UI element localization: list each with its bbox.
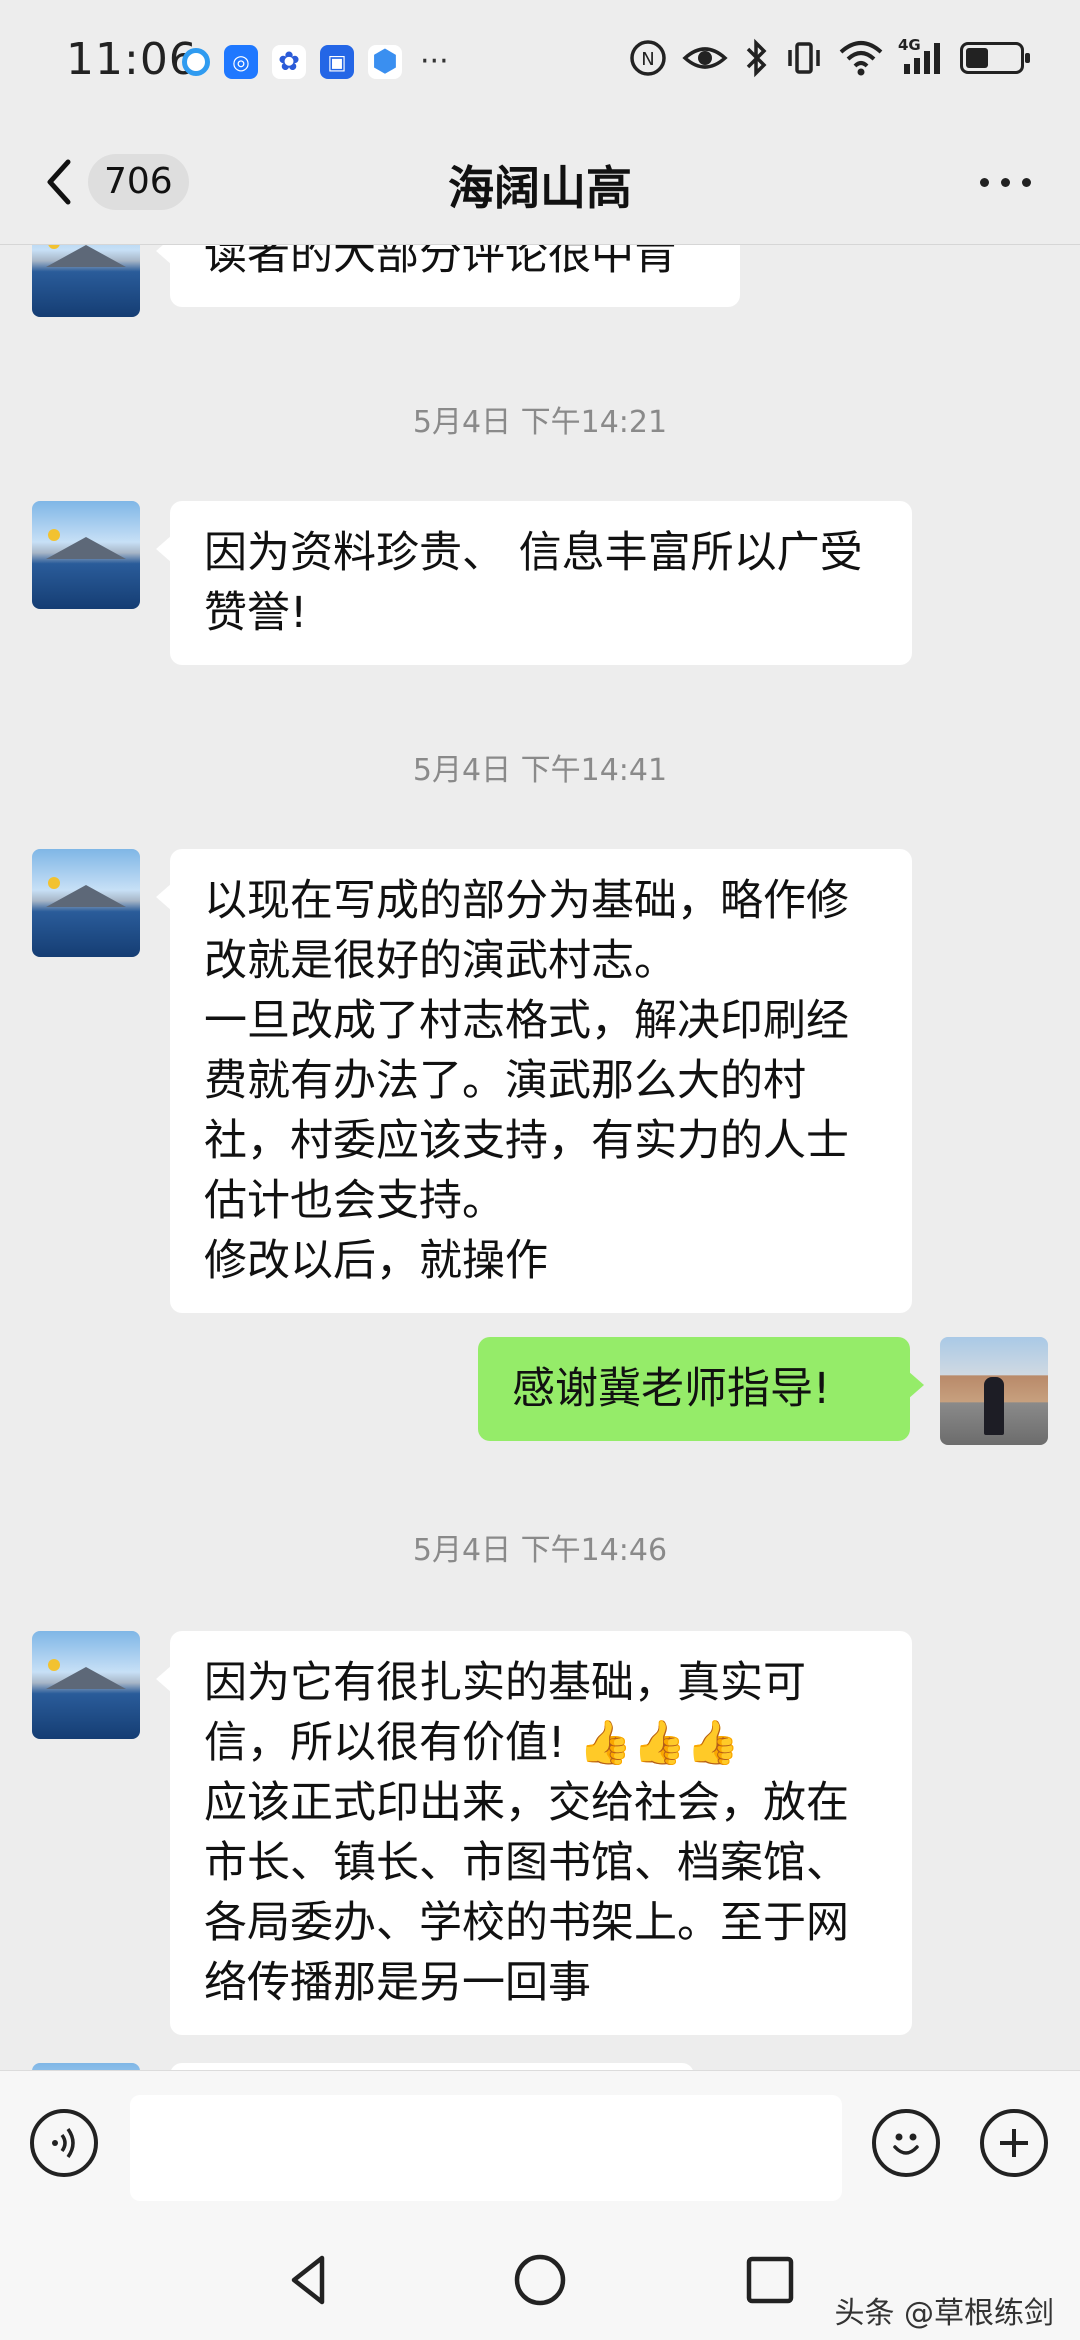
message-bubble[interactable]: 读者的大部分评论很中肯 (156, 245, 740, 307)
cellular-signal-icon: 4G (898, 36, 946, 78)
plus-icon (1000, 2129, 1028, 2157)
status-bar: 11:06 ◎ ✿ ▣ ⬢ ··· N 4G (0, 0, 1080, 120)
message-bubble[interactable]: 因为它有很扎实的基础，真实可信，所以很有价值! 👍👍👍 应该正式印出来，交给社会… (156, 1631, 912, 2035)
message-input[interactable] (130, 2095, 842, 2201)
input-bar (0, 2070, 1080, 2221)
wifi-icon (839, 41, 883, 76)
chat-header: 706 海阔山高 (0, 120, 1080, 245)
contact-avatar[interactable] (32, 849, 140, 957)
chat-title: 海阔山高 (448, 161, 632, 215)
app-notification-icon-3: ⬢ (368, 44, 402, 79)
more-notifications-icon: ··· (420, 44, 449, 79)
app-notification-icon-2: ▣ (320, 44, 354, 79)
message-bubble-partial[interactable] (170, 2063, 694, 2070)
more-actions-button[interactable] (980, 2109, 1048, 2177)
watermark: 头条 @草根练剑 (834, 2296, 1054, 2331)
notification-icons: ◎ ✿ ▣ ⬢ ··· (182, 44, 449, 79)
status-time: 11:06 (66, 34, 198, 85)
vibrate-icon (788, 42, 820, 74)
emoji-icon (893, 2133, 919, 2155)
user-avatar[interactable] (940, 1337, 1048, 1445)
message-bubble[interactable]: 因为资料珍贵、 信息丰富所以广受赞誉! (156, 501, 912, 665)
battery-icon (960, 42, 1030, 74)
message-bubble[interactable]: 感谢冀老师指导! (478, 1337, 924, 1441)
contact-avatar[interactable] (32, 2063, 140, 2070)
baidu-notification-icon: ✿ (272, 44, 306, 79)
message-timestamp: 5月4日 下午14:21 (412, 405, 668, 440)
system-navigation-bar: 头条 @草根练剑 (0, 2220, 1080, 2340)
contact-avatar[interactable] (32, 1631, 140, 1739)
message-list[interactable]: 读者的大部分评论很中肯 5月4日 下午14:21 因为资料珍贵、 信息丰富所以广… (0, 245, 1080, 2070)
app-notification-icon: ◎ (224, 44, 258, 79)
contact-avatar[interactable] (32, 245, 140, 317)
svg-text:N: N (641, 49, 654, 70)
voice-input-button[interactable] (30, 2109, 98, 2177)
nav-recents-icon[interactable] (740, 2250, 800, 2310)
network-type-label: 4G (898, 36, 921, 54)
browser-notification-icon (182, 47, 210, 76)
message-bubble[interactable]: 以现在写成的部分为基础，略作修改就是很好的演武村志。 一旦改成了村志格式，解决印… (156, 849, 912, 1313)
message-timestamp: 5月4日 下午14:46 (412, 1533, 668, 1568)
message-timestamp: 5月4日 下午14:41 (412, 753, 668, 788)
contact-avatar[interactable] (32, 501, 140, 609)
eye-icon (682, 47, 728, 69)
system-icons: N 4G (628, 36, 1030, 78)
bluetooth-icon (746, 38, 767, 78)
nav-back-icon[interactable] (280, 2250, 340, 2310)
emoji-button[interactable] (872, 2109, 940, 2177)
voice-icon (52, 2127, 75, 2159)
more-options-icon[interactable] (970, 160, 1040, 204)
nav-home-icon[interactable] (510, 2250, 570, 2310)
nfc-icon: N (630, 40, 666, 76)
